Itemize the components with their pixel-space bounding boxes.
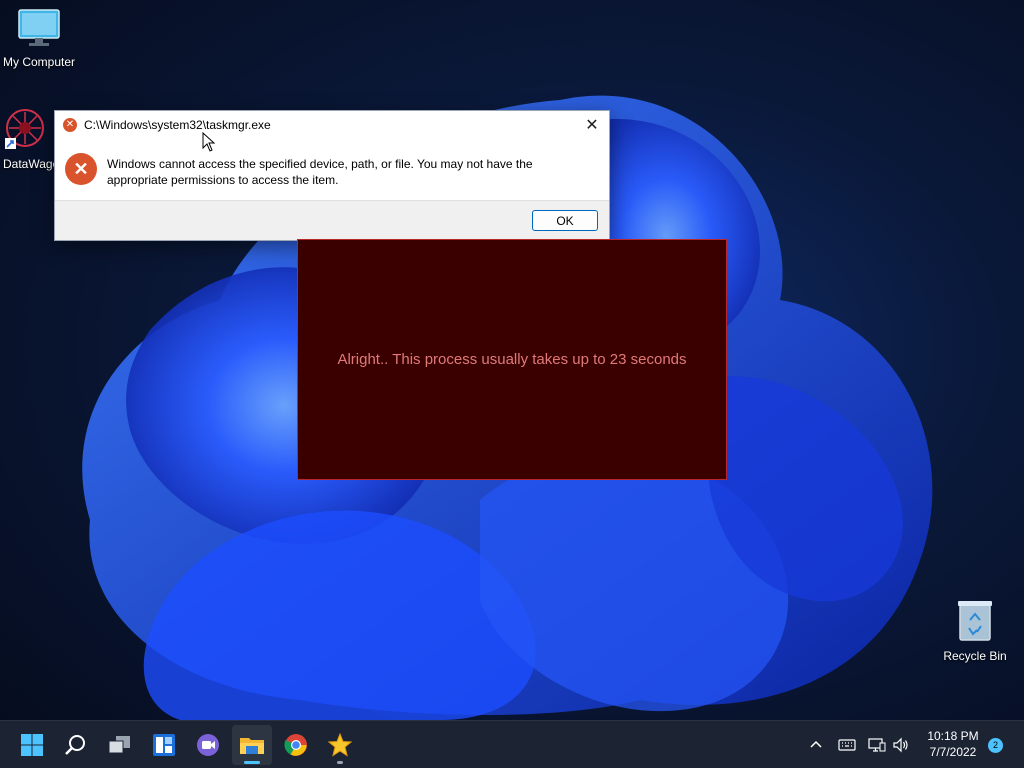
clock-date: 7/7/2022 [929,745,977,759]
desktop-icon-datawago[interactable]: DataWago [0,106,57,171]
dialog-body: ✕ Windows cannot access the specified de… [55,139,609,201]
desktop-icon-my-computer[interactable]: My Computer [0,8,79,69]
dialog-title: C:\Windows\system32\taskmgr.exe [84,118,271,132]
widgets-icon [153,734,175,756]
chrome-button[interactable] [276,725,316,765]
keyboard-icon[interactable] [838,738,856,752]
active-app-indicator [244,761,260,764]
process-message: Alright.. This process usually takes up … [337,351,687,368]
dialog-titlebar[interactable]: ✕ C:\Windows\system32\taskmgr.exe [55,111,609,139]
desktop-icon-recycle-bin[interactable]: Recycle Bin [935,598,1015,663]
desktop-icon-label: DataWago [3,157,57,171]
notification-badge[interactable]: 2 [988,738,1003,753]
task-view-icon [108,736,130,754]
search-button[interactable] [56,725,96,765]
star-app-button[interactable] [320,725,360,765]
taskbar-clock[interactable]: 10:18 PM 7/7/2022 [918,728,988,760]
file-explorer-button[interactable] [232,725,272,765]
network-icon[interactable] [868,737,886,753]
close-button[interactable]: ✕ [579,113,605,137]
task-view-button[interactable] [100,725,140,765]
monitor-icon [18,9,60,46]
desktop-icon-label: My Computer [2,55,76,69]
file-explorer-icon [240,738,264,754]
error-message: Windows cannot access the specified devi… [107,157,533,187]
widgets-button[interactable] [144,725,184,765]
chevron-up-icon[interactable] [808,737,824,753]
chrome-icon [284,734,307,756]
system-tray [808,721,910,768]
error-icon: ✕ [65,153,97,185]
error-dialog: ✕ C:\Windows\system32\taskmgr.exe ✕ ✕ Wi… [54,110,610,241]
close-icon: ✕ [585,115,599,134]
dialog-footer: OK [55,200,609,240]
ok-button[interactable]: OK [532,210,598,231]
taskbar: 10:18 PM 7/7/2022 2 [0,720,1024,768]
desktop-icon-label: Recycle Bin [943,649,1007,663]
mouse-cursor-icon [202,132,216,152]
clock-time: 10:18 PM [927,729,979,743]
running-app-indicator [337,761,343,764]
recycle-bin-icon [958,601,992,641]
chat-button[interactable] [188,725,228,765]
datawago-shortcut-icon [5,109,44,149]
error-small-icon: ✕ [63,118,77,132]
star-app-icon [328,733,352,757]
search-icon [65,735,85,755]
process-window: Alright.. This process usually takes up … [297,239,727,480]
start-icon [21,734,43,756]
start-button[interactable] [12,725,52,765]
chat-icon [197,734,219,756]
volume-icon[interactable] [892,737,910,753]
